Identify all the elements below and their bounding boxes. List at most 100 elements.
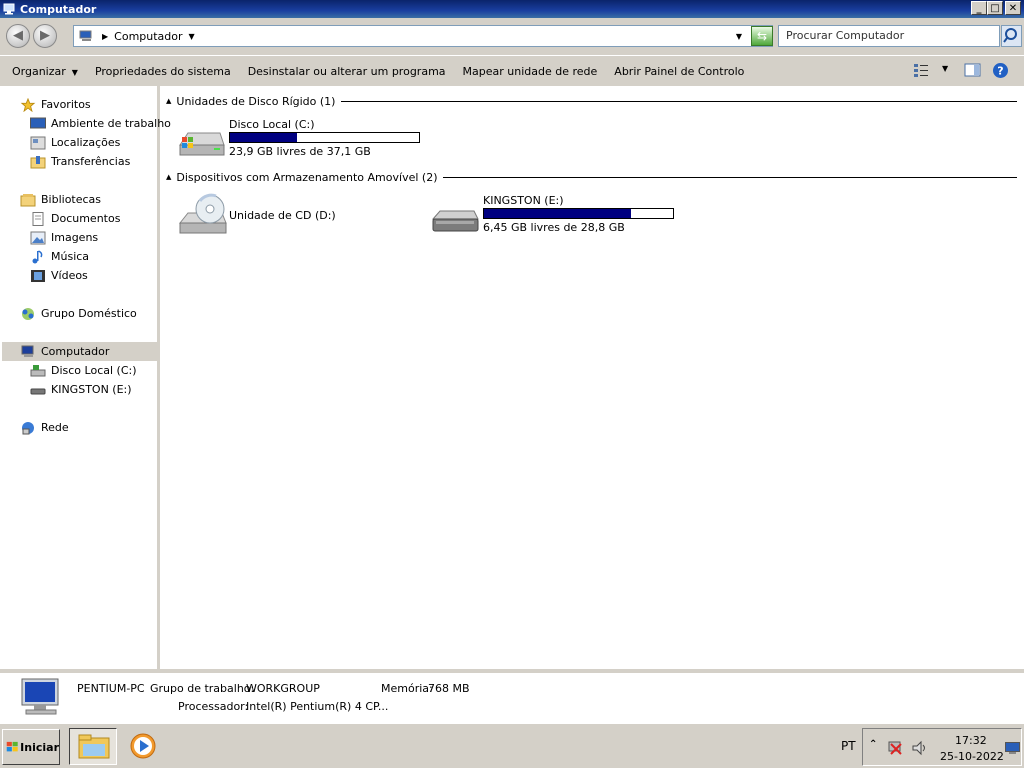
- view-options-dropdown-icon[interactable]: ▼: [942, 64, 948, 73]
- back-button[interactable]: ◀: [6, 24, 30, 48]
- drive-c-free-space: 23,9 GB livres de 37,1 GB: [229, 145, 371, 158]
- title-bar[interactable]: Computador _ □ ✕: [0, 0, 1024, 18]
- drive-e[interactable]: KINGSTON (E:) 6,45 GB livres de 28,8 GB: [430, 193, 680, 239]
- computer-icon: [79, 30, 92, 41]
- group-header-removable-label: Dispositivos com Armazenamento Amovível …: [176, 170, 438, 184]
- hard-drive-icon: [179, 132, 225, 156]
- memory-label: Memória:: [381, 682, 433, 695]
- nav-favorites-label: Favoritos: [41, 98, 91, 111]
- nav-kingston-e[interactable]: KINGSTON (E:): [30, 380, 132, 399]
- breadcrumb-computer[interactable]: Computador: [114, 30, 182, 43]
- drive-c-name: Disco Local (C:): [229, 118, 315, 131]
- nav-pictures-label: Imagens: [51, 231, 99, 244]
- drive-d[interactable]: Unidade de CD (D:): [176, 193, 426, 239]
- system-properties-button[interactable]: Propriedades do sistema: [95, 65, 231, 78]
- show-desktop-icon[interactable]: [1005, 742, 1020, 755]
- nav-favorites[interactable]: Favoritos: [20, 95, 91, 114]
- svg-text:?: ?: [997, 65, 1003, 78]
- organize-menu[interactable]: Organizar ▼: [12, 65, 78, 78]
- drive-e-free-space: 6,45 GB livres de 28,8 GB: [483, 221, 625, 234]
- drive-d-name: Unidade de CD (D:): [229, 209, 336, 222]
- taskbar-media-player-button[interactable]: [127, 728, 159, 765]
- address-toolbar: ◀ ▶ ▶ Computador ▼ ▼ ⇆ Procurar Computad…: [0, 18, 1024, 56]
- collapse-arrow-icon[interactable]: ▲: [166, 173, 171, 181]
- desktop-icon: [30, 117, 46, 128]
- cd-drive-icon: [178, 193, 227, 234]
- refresh-button[interactable]: ⇆: [751, 26, 773, 46]
- help-icon[interactable]: ?: [992, 62, 1009, 79]
- nav-libraries[interactable]: Bibliotecas: [20, 190, 101, 209]
- nav-libraries-label: Bibliotecas: [41, 193, 102, 206]
- nav-local-disk-c[interactable]: Disco Local (C:): [30, 361, 137, 380]
- change-view-icon[interactable]: [913, 62, 929, 78]
- usb-drive-icon: [30, 388, 46, 394]
- start-button[interactable]: Iniciar: [2, 729, 60, 765]
- drive-c[interactable]: Disco Local (C:) 23,9 GB livres de 37,1 …: [176, 117, 426, 161]
- network-status-icon[interactable]: [887, 740, 903, 756]
- language-indicator[interactable]: PT: [841, 739, 856, 753]
- maximize-button[interactable]: □: [987, 1, 1003, 15]
- film-icon: [31, 269, 45, 282]
- computer-name: PENTIUM-PC: [77, 682, 145, 695]
- close-button[interactable]: ✕: [1005, 1, 1021, 15]
- clock-date[interactable]: 25-10-2022: [940, 750, 1004, 763]
- computer-icon: [21, 345, 34, 357]
- processor-value: Intel(R) Pentium(R) 4 CP...: [246, 700, 389, 713]
- open-control-panel-button[interactable]: Abrir Painel de Controlo: [614, 65, 744, 78]
- nav-network[interactable]: Rede: [20, 418, 69, 437]
- group-header-hdd[interactable]: ▲ Unidades de Disco Rígido (1): [166, 94, 1017, 108]
- breadcrumb-separator-icon[interactable]: ▶: [102, 32, 108, 41]
- nav-downloads-label: Transferências: [51, 155, 131, 168]
- search-input[interactable]: Procurar Computador: [778, 25, 1000, 47]
- computer-icon: [3, 3, 15, 15]
- minimize-button[interactable]: _: [971, 1, 987, 15]
- taskbar-explorer-button[interactable]: [69, 728, 117, 765]
- nav-computer[interactable]: Computador: [2, 342, 157, 361]
- window-title: Computador: [20, 2, 97, 16]
- search-icon: [1003, 28, 1017, 43]
- preview-pane-icon[interactable]: [964, 62, 981, 78]
- address-bar[interactable]: ▶ Computador ▼ ▼: [73, 25, 773, 47]
- group-divider: [443, 176, 1017, 178]
- taskbar: Iniciar PT ⌃ 17:32 25-10-2022: [0, 723, 1024, 768]
- start-label: Iniciar: [20, 740, 59, 754]
- breadcrumb-dropdown-icon[interactable]: ▼: [189, 32, 195, 41]
- group-header-hdd-label: Unidades de Disco Rígido (1): [176, 94, 336, 108]
- nav-downloads[interactable]: Transferências: [30, 152, 130, 171]
- windows-logo-icon: [6, 741, 18, 752]
- folder-icon: [78, 734, 110, 759]
- nav-videos[interactable]: Vídeos: [30, 266, 88, 285]
- nav-network-label: Rede: [41, 421, 69, 434]
- search-button[interactable]: [1001, 25, 1022, 47]
- clock-time[interactable]: 17:32: [955, 734, 987, 747]
- nav-desktop[interactable]: Ambiente de trabalho: [30, 114, 171, 133]
- locations-icon: [30, 136, 46, 149]
- collapse-arrow-icon[interactable]: ▲: [166, 97, 171, 105]
- nav-pictures[interactable]: Imagens: [30, 228, 98, 247]
- music-note-icon: [32, 249, 43, 263]
- libraries-icon: [20, 193, 36, 206]
- nav-computer-label: Computador: [41, 345, 110, 358]
- command-bar: Organizar ▼ Propriedades do sistema Desin…: [0, 56, 1024, 86]
- organize-label: Organizar: [12, 64, 66, 78]
- nav-documents[interactable]: Documentos: [30, 209, 120, 228]
- pictures-icon: [30, 231, 46, 244]
- uninstall-program-button[interactable]: Desinstalar ou alterar um programa: [248, 65, 446, 78]
- forward-button[interactable]: ▶: [33, 24, 57, 48]
- nav-desktop-label: Ambiente de trabalho: [51, 117, 171, 130]
- volume-icon[interactable]: [911, 740, 929, 756]
- forward-arrow-icon: ▶: [40, 28, 50, 43]
- show-hidden-icons-icon[interactable]: ⌃: [869, 739, 877, 750]
- map-network-drive-button[interactable]: Mapear unidade de rede: [463, 65, 598, 78]
- nav-music[interactable]: Música: [30, 247, 89, 266]
- nav-homegroup-label: Grupo Doméstico: [41, 307, 137, 320]
- nav-locations-label: Localizações: [51, 136, 121, 149]
- workgroup-label: Grupo de trabalho:: [150, 682, 255, 695]
- nav-locations[interactable]: Localizações: [30, 133, 120, 152]
- group-header-removable[interactable]: ▲ Dispositivos com Armazenamento Amovíve…: [166, 170, 1017, 184]
- drive-e-usage-bar: [483, 208, 674, 219]
- nav-documents-label: Documentos: [51, 212, 121, 225]
- nav-music-label: Música: [51, 250, 90, 263]
- nav-homegroup[interactable]: Grupo Doméstico: [20, 304, 137, 323]
- address-history-dropdown-icon[interactable]: ▼: [736, 32, 742, 41]
